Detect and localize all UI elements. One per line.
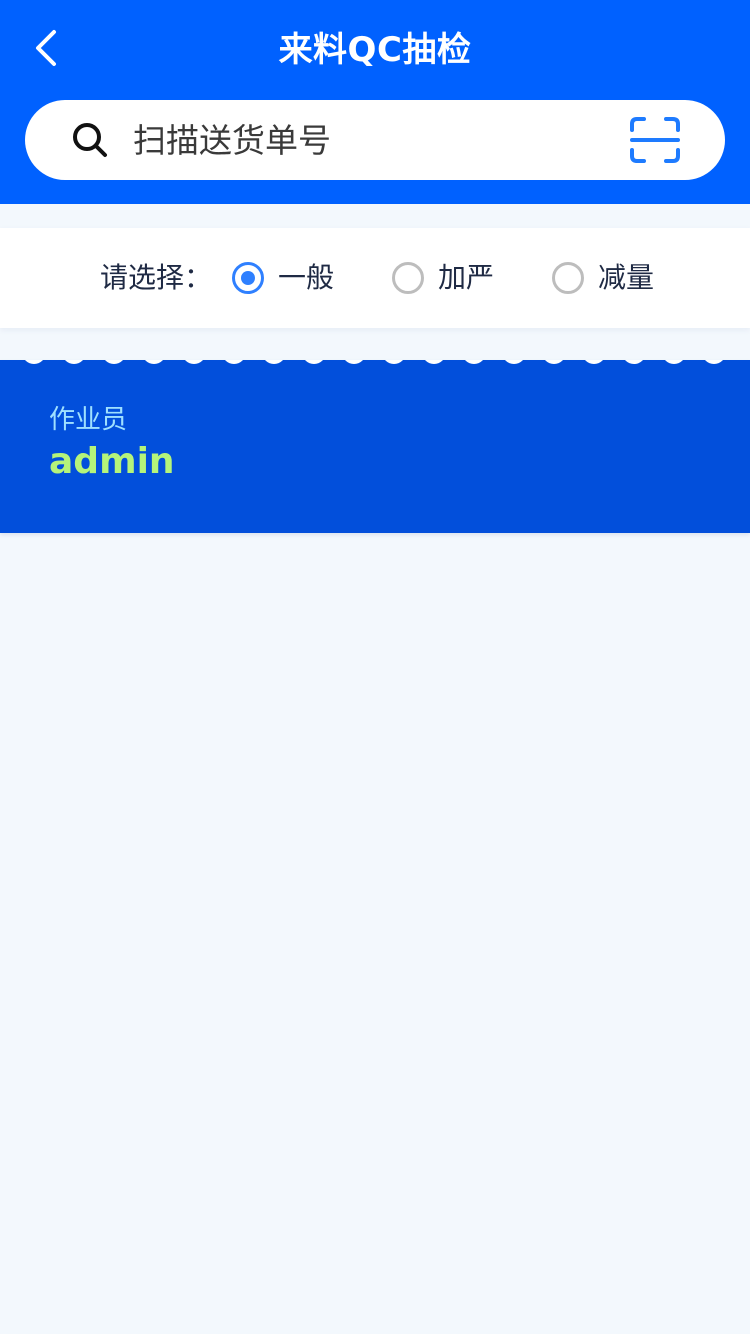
radio-label: 加严 bbox=[438, 261, 495, 294]
radio-option-reduced[interactable]: 减量 bbox=[552, 256, 654, 300]
options-label: 请选择： bbox=[100, 261, 213, 294]
chevron-left-icon bbox=[32, 28, 60, 68]
operator-card: 作业员 admin bbox=[0, 360, 750, 533]
operator-label: 作业员 bbox=[49, 405, 128, 435]
radio-label: 减量 bbox=[598, 261, 655, 294]
search-icon bbox=[70, 120, 110, 160]
search-bar bbox=[25, 100, 725, 180]
scalloped-edge bbox=[25, 360, 723, 364]
scan-icon bbox=[629, 116, 681, 164]
radio-option-tightened[interactable]: 加严 bbox=[392, 256, 494, 300]
back-button[interactable] bbox=[22, 22, 70, 74]
radio-checked-icon bbox=[232, 262, 264, 294]
search-input[interactable] bbox=[133, 112, 603, 168]
inspection-level-selector: 请选择： 一般 加严 减量 bbox=[0, 228, 750, 328]
operator-name: admin bbox=[49, 441, 175, 482]
radio-option-normal[interactable]: 一般 bbox=[232, 256, 334, 300]
radio-unchecked-icon bbox=[392, 262, 424, 294]
header-bar: 来料QC抽检 bbox=[0, 0, 750, 204]
app-screen: 来料QC抽检 扫描送货单号 请选择： 一般 加严 减量 作业员 admin bbox=[0, 0, 750, 1334]
page-title: 来料QC抽检 bbox=[278, 30, 472, 70]
scan-button[interactable] bbox=[629, 116, 681, 164]
radio-label: 一般 bbox=[278, 261, 335, 294]
radio-unchecked-icon bbox=[552, 262, 584, 294]
